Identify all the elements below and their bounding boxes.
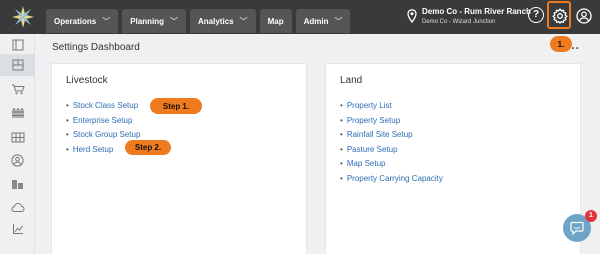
annotation-step-2: Step 2.	[125, 140, 171, 155]
sidebar-item-fence[interactable]	[0, 102, 35, 124]
nav-tab-planning[interactable]: Planning ﹀	[122, 9, 187, 33]
top-bar: Operations ﹀ Planning ﹀ Analytics ﹀ Map …	[0, 0, 600, 34]
nav-tab-analytics[interactable]: Analytics ﹀	[190, 9, 256, 33]
chevron-down-icon: ﹀	[239, 16, 248, 26]
link-enterprise-setup[interactable]: Enterprise Setup	[66, 114, 140, 129]
cart-icon	[11, 84, 25, 95]
land-panel: Land Property List Property Setup Rainfa…	[325, 63, 581, 254]
nav-tab-label: Analytics	[198, 16, 234, 26]
link-map-setup[interactable]: Map Setup	[340, 157, 443, 172]
nav-tab-label: Admin	[303, 16, 329, 26]
link-property-list[interactable]: Property List	[340, 99, 443, 114]
chat-bubble-icon	[570, 221, 584, 235]
sidebar	[0, 34, 35, 254]
location-pin-icon	[407, 9, 417, 23]
panel-title-livestock: Livestock	[66, 75, 108, 86]
sidebar-item-cart[interactable]	[0, 78, 35, 100]
nav-tab-operations[interactable]: Operations ﹀	[46, 9, 119, 33]
chart-icon	[12, 224, 23, 234]
settings-button[interactable]	[547, 1, 571, 29]
main-nav: Operations ﹀ Planning ﹀ Analytics ﹀ Map …	[46, 9, 351, 33]
panel-icon	[12, 39, 23, 51]
cloud-icon	[10, 202, 25, 212]
link-property-carrying-capacity[interactable]: Property Carrying Capacity	[340, 172, 443, 187]
annotation-step-1: Step 1.	[150, 98, 202, 114]
nav-tab-map[interactable]: Map	[259, 9, 292, 33]
nav-tab-label: Map	[267, 16, 284, 26]
user-circle-icon[interactable]	[576, 8, 592, 24]
buildings-icon	[12, 180, 23, 189]
livestock-panel: Livestock Stock Class Setup Enterprise S…	[51, 63, 307, 254]
chevron-down-icon: ﹀	[102, 16, 111, 26]
notification-badge: 1	[585, 210, 597, 222]
link-pasture-setup[interactable]: Pasture Setup	[340, 143, 443, 158]
chevron-down-icon: ﹀	[334, 16, 343, 26]
link-rainfall-site-setup[interactable]: Rainfall Site Setup	[340, 128, 443, 143]
account-secondary: Demo Co - Wizard Junction	[422, 19, 496, 25]
sidebar-item-panel[interactable]	[0, 34, 35, 56]
sidebar-item-reports[interactable]	[0, 218, 35, 240]
nav-tab-label: Planning	[130, 16, 165, 26]
annotation-1: 1.	[550, 36, 572, 52]
help-icon[interactable]: ?	[528, 7, 544, 23]
link-property-setup[interactable]: Property Setup	[340, 114, 443, 129]
sidebar-item-fence-grid[interactable]	[0, 126, 35, 148]
link-stock-class-setup[interactable]: Stock Class Setup	[66, 99, 140, 114]
panel-title-land: Land	[340, 75, 363, 86]
sidebar-item-people[interactable]	[0, 149, 35, 171]
sunburst-logo-icon[interactable]	[12, 6, 34, 28]
gear-icon	[552, 8, 568, 24]
dashboard-icon	[12, 59, 23, 71]
person-circle-icon	[11, 153, 24, 167]
sidebar-item-dashboard[interactable]	[0, 54, 35, 76]
chevron-down-icon: ﹀	[170, 16, 179, 26]
account-primary: Demo Co - Rum River Ranch	[422, 7, 531, 16]
nav-tab-admin[interactable]: Admin ﹀	[295, 9, 351, 33]
fence-grid-icon	[11, 132, 24, 143]
sidebar-item-buildings[interactable]	[0, 173, 35, 195]
fence-icon	[11, 107, 24, 118]
sidebar-item-weather[interactable]	[0, 196, 35, 218]
nav-tab-label: Operations	[54, 16, 97, 26]
account-switcher[interactable]: Demo Co - Rum River Ranch Demo Co - Wiza…	[422, 7, 531, 27]
land-link-list: Property List Property Setup Rainfall Si…	[340, 99, 443, 186]
page-title: Settings Dashboard	[52, 42, 140, 53]
